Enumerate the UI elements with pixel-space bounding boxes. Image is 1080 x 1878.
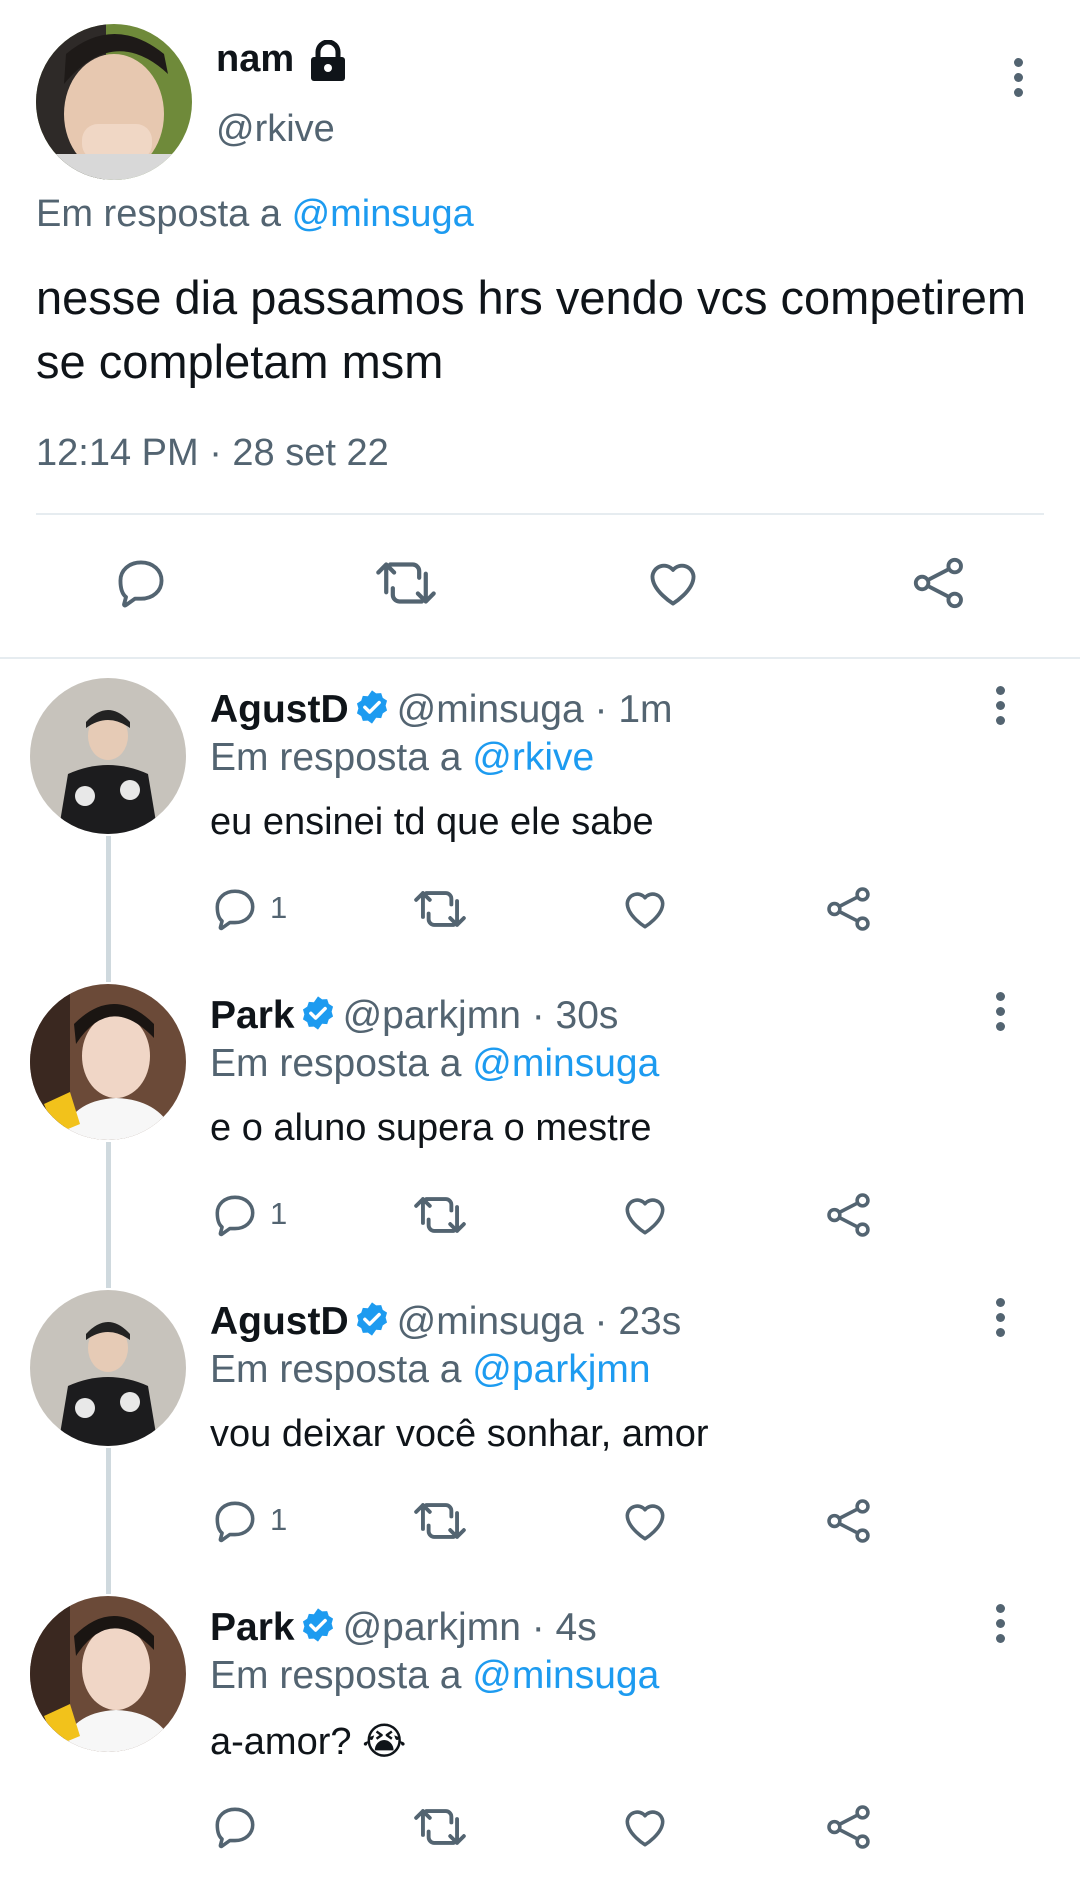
reply-time[interactable]: · 23s: [595, 1300, 682, 1343]
retweet-icon[interactable]: [412, 884, 468, 934]
reply-to-link[interactable]: @minsuga: [472, 1654, 659, 1697]
reply-icon[interactable]: [112, 554, 170, 612]
reply-time[interactable]: · 30s: [532, 994, 619, 1037]
reply-to-link[interactable]: @minsuga: [472, 1042, 659, 1085]
share-icon[interactable]: [824, 1496, 874, 1546]
retweet-icon[interactable]: [374, 554, 438, 612]
reply-icon[interactable]: [210, 884, 260, 934]
reply-time[interactable]: · 1m: [595, 688, 673, 731]
retweet-icon[interactable]: [412, 1190, 468, 1240]
reply-context: Em resposta a @minsuga: [210, 1654, 659, 1698]
divider: [0, 657, 1080, 659]
reply-author-avatar[interactable]: [30, 678, 186, 834]
reply-author-name[interactable]: Park: [210, 994, 295, 1037]
like-icon[interactable]: [620, 1802, 670, 1852]
main-author-avatar[interactable]: [36, 24, 192, 180]
reply-context: Em resposta a @rkive: [210, 736, 594, 780]
reply-icon[interactable]: [210, 1496, 260, 1546]
reply-time[interactable]: · 4s: [532, 1606, 597, 1649]
reply-author-handle[interactable]: @parkjmn: [343, 994, 521, 1037]
reply-context: Em resposta a @minsuga: [36, 193, 474, 236]
reply-prefix: Em resposta a: [210, 1654, 462, 1697]
reply-count: 1: [270, 890, 288, 925]
more-options-icon[interactable]: [994, 686, 1006, 731]
main-author-handle[interactable]: @rkive: [216, 108, 335, 151]
reply-count: 1: [270, 1502, 288, 1537]
reply-author-avatar[interactable]: [30, 1596, 186, 1752]
reply-context: Em resposta a @minsuga: [210, 1042, 659, 1086]
thread-line: [106, 1142, 111, 1288]
like-icon[interactable]: [620, 1496, 670, 1546]
reply-text: eu ensinei td que ele sabe: [210, 801, 654, 843]
reply-icon[interactable]: [210, 1190, 260, 1240]
share-icon[interactable]: [824, 884, 874, 934]
retweet-icon[interactable]: [412, 1496, 468, 1546]
reply-author-name[interactable]: Park: [210, 1606, 295, 1649]
reply-to-link[interactable]: @minsuga: [292, 193, 474, 235]
retweet-icon[interactable]: [412, 1802, 468, 1852]
reply-header: AgustD @minsuga · 23s: [210, 1300, 681, 1344]
reply-author-avatar[interactable]: [30, 984, 186, 1140]
reply-prefix: Em resposta a: [210, 1348, 462, 1391]
reply-header: Park @parkjmn · 4s: [210, 1606, 597, 1650]
reply-author-avatar[interactable]: [30, 1290, 186, 1446]
reply-author-name[interactable]: AgustD: [210, 688, 349, 731]
reply-context: Em resposta a @parkjmn: [210, 1348, 651, 1392]
thread-line: [106, 836, 111, 982]
like-icon[interactable]: [644, 554, 702, 612]
reply-author-handle[interactable]: @minsuga: [397, 688, 584, 731]
main-author-name[interactable]: nam: [216, 38, 294, 81]
divider: [36, 513, 1044, 515]
reply-author-handle[interactable]: @parkjmn: [343, 1606, 521, 1649]
more-options-icon[interactable]: [994, 1298, 1006, 1343]
like-icon[interactable]: [620, 884, 670, 934]
share-icon[interactable]: [824, 1802, 874, 1852]
verified-badge-icon: [302, 996, 333, 1030]
more-options-icon[interactable]: [994, 1604, 1006, 1649]
reply-icon[interactable]: [210, 1802, 260, 1852]
reply-text: e o aluno supera o mestre: [210, 1107, 652, 1149]
share-icon[interactable]: [824, 1190, 874, 1240]
reply-to-link[interactable]: @parkjmn: [472, 1348, 650, 1391]
verified-badge-icon: [356, 1302, 387, 1336]
thread-line: [106, 1448, 111, 1594]
verified-badge-icon: [302, 1608, 333, 1642]
reply-header: Park @parkjmn · 30s: [210, 994, 618, 1038]
tweet-text: nesse dia passamos hrs vendo vcs competi…: [36, 271, 1027, 388]
reply-text: a-amor? 😭: [210, 1721, 407, 1763]
reply-prefix: Em resposta a: [210, 1042, 462, 1085]
reply-prefix: Em resposta a: [210, 736, 462, 779]
more-options-icon[interactable]: [994, 992, 1006, 1037]
lock-icon: [311, 40, 345, 81]
reply-text: vou deixar você sonhar, amor: [210, 1413, 709, 1455]
reply-count: 1: [270, 1196, 288, 1231]
like-icon[interactable]: [620, 1190, 670, 1240]
reply-to-link[interactable]: @rkive: [472, 736, 594, 779]
reply-header: AgustD @minsuga · 1m: [210, 688, 673, 732]
tweet-timestamp[interactable]: 12:14 PM · 28 set 22: [36, 432, 389, 475]
reply-author-handle[interactable]: @minsuga: [397, 1300, 584, 1343]
share-icon[interactable]: [910, 554, 968, 612]
verified-badge-icon: [356, 690, 387, 724]
reply-prefix: Em resposta a: [36, 193, 281, 235]
reply-author-name[interactable]: AgustD: [210, 1300, 349, 1343]
more-options-icon[interactable]: [1012, 58, 1024, 103]
